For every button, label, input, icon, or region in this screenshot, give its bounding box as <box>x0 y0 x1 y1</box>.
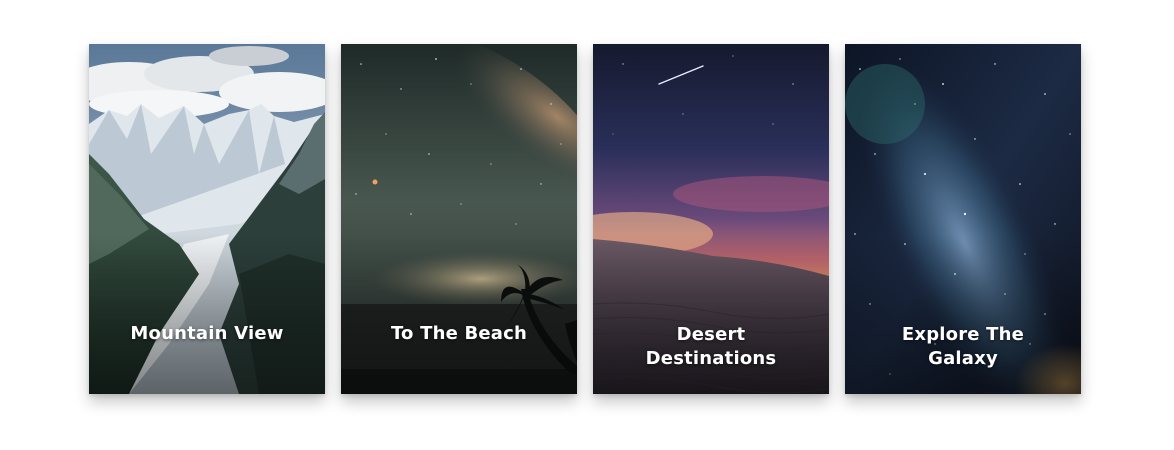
card-to-the-beach[interactable]: To The Beach <box>341 44 577 394</box>
card-title: Mountain View <box>130 323 284 344</box>
card-gallery: Mountain View To The Beach Desert Destin… <box>89 44 1081 394</box>
card-title: Explore The Galaxy <box>901 324 1025 369</box>
card-desert-destinations[interactable]: Desert Destinations <box>593 44 829 394</box>
card-title: To The Beach <box>390 323 528 344</box>
card-mountain-view[interactable]: Mountain View <box>89 44 325 394</box>
card-explore-the-galaxy[interactable]: Explore The Galaxy <box>845 44 1081 394</box>
card-title: Desert Destinations <box>645 324 777 369</box>
